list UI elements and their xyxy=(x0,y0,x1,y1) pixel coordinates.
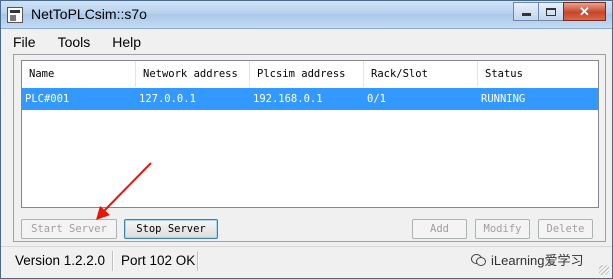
cell-status: RUNNING xyxy=(481,93,526,105)
column-header-name[interactable]: Name xyxy=(22,61,136,87)
add-button[interactable]: Add xyxy=(412,219,467,239)
list-header: Name Network address Plcsim address Rack… xyxy=(22,61,598,87)
cell-plcsim-address: 192.168.0.1 xyxy=(253,93,323,105)
table-row[interactable]: PLC#001 127.0.0.1 192.168.0.1 0/1 RUNNIN… xyxy=(22,88,598,110)
menu-file[interactable]: File xyxy=(13,34,36,50)
menu-tools[interactable]: Tools xyxy=(58,34,91,50)
app-window: NetToPLCsim::s7o ✕ File Tools Help Name … xyxy=(0,0,613,279)
status-port: Port 102 OK xyxy=(121,253,196,268)
close-button[interactable]: ✕ xyxy=(563,2,606,21)
resize-grip[interactable] xyxy=(599,265,609,275)
app-icon[interactable] xyxy=(7,7,23,23)
column-header-status[interactable]: Status xyxy=(478,61,598,87)
status-separator xyxy=(197,251,199,271)
cell-rack-slot: 0/1 xyxy=(367,93,386,105)
window-controls: ✕ xyxy=(513,2,606,21)
menu-bar: File Tools Help xyxy=(1,31,612,53)
stop-server-button[interactable]: Stop Server xyxy=(124,219,218,239)
close-icon: ✕ xyxy=(579,3,590,19)
maximize-icon xyxy=(546,7,556,16)
plc-list-view[interactable]: Name Network address Plcsim address Rack… xyxy=(21,60,599,208)
title-bar[interactable]: NetToPLCsim::s7o ✕ xyxy=(1,1,612,29)
wechat-logo-icon xyxy=(471,253,486,266)
cell-name: PLC#001 xyxy=(25,93,70,105)
modify-button[interactable]: Modify xyxy=(475,219,530,239)
minimize-icon xyxy=(521,13,531,16)
column-header-plcsim-address[interactable]: Plcsim address xyxy=(250,61,364,87)
delete-button[interactable]: Delete xyxy=(538,219,593,239)
maximize-button[interactable] xyxy=(538,2,564,21)
column-header-network-address[interactable]: Network address xyxy=(136,61,250,87)
status-separator xyxy=(112,251,114,271)
minimize-button[interactable] xyxy=(513,2,539,21)
start-server-button[interactable]: Start Server xyxy=(21,219,117,239)
watermark-text: iLearning爱学习 xyxy=(491,252,584,268)
cell-network-address: 127.0.0.1 xyxy=(139,93,196,105)
status-version: Version 1.2.2.0 xyxy=(15,253,106,268)
window-title: NetToPLCsim::s7o xyxy=(31,6,147,22)
watermark: iLearning爱学习 xyxy=(471,249,584,269)
menu-help[interactable]: Help xyxy=(112,34,141,50)
column-header-rack-slot[interactable]: Rack/Slot xyxy=(364,61,478,87)
